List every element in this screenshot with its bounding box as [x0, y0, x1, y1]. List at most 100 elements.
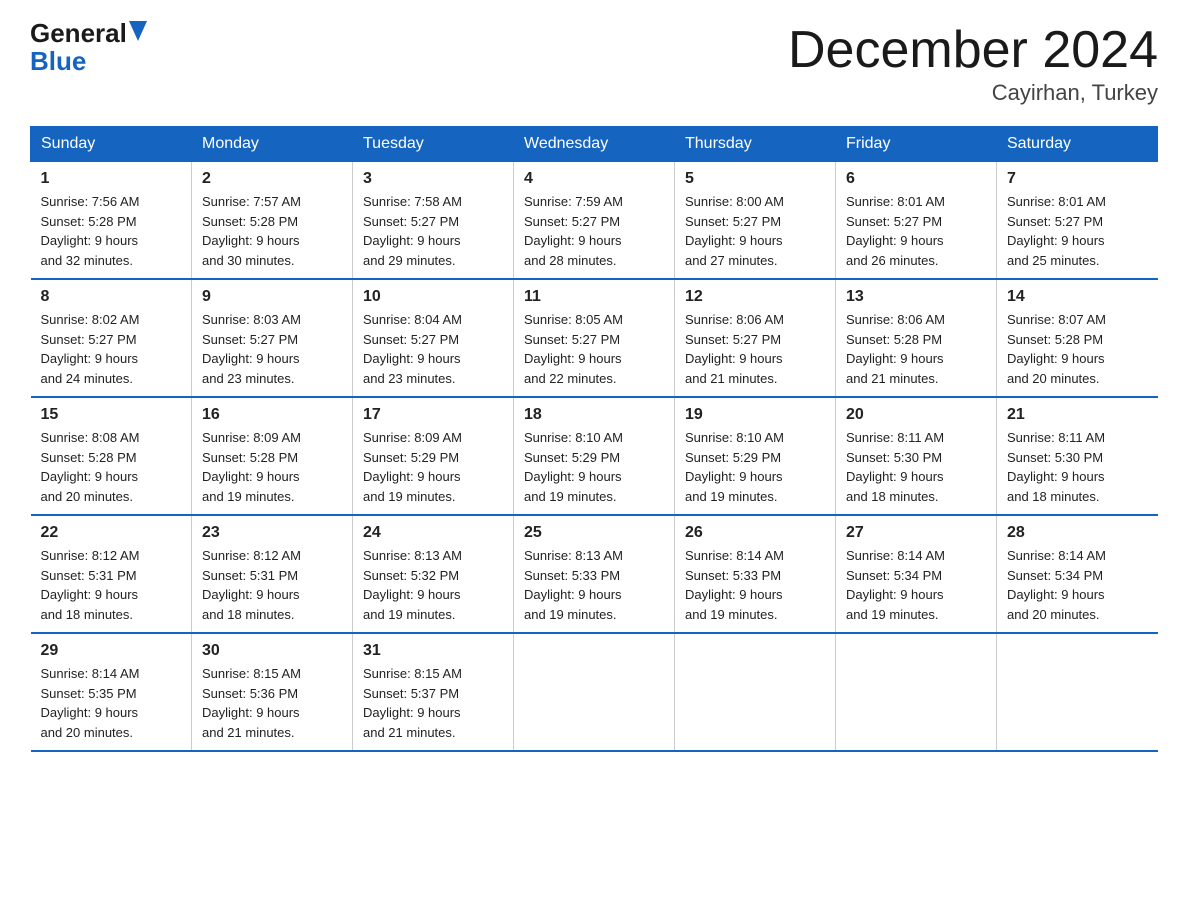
- day-number: 24: [363, 524, 503, 542]
- calendar-cell: 31 Sunrise: 8:15 AM Sunset: 5:37 PM Dayli…: [353, 633, 514, 751]
- day-info: Sunrise: 8:14 AM Sunset: 5:33 PM Dayligh…: [685, 546, 825, 624]
- week-row-5: 29 Sunrise: 8:14 AM Sunset: 5:35 PM Dayli…: [31, 633, 1158, 751]
- column-header-thursday: Thursday: [675, 127, 836, 162]
- logo: General Blue: [30, 20, 147, 77]
- day-number: 25: [524, 524, 664, 542]
- calendar-cell: 27 Sunrise: 8:14 AM Sunset: 5:34 PM Dayli…: [836, 515, 997, 633]
- calendar-cell: 8 Sunrise: 8:02 AM Sunset: 5:27 PM Daylig…: [31, 279, 192, 397]
- calendar-cell: [836, 633, 997, 751]
- day-info: Sunrise: 8:10 AM Sunset: 5:29 PM Dayligh…: [524, 428, 664, 506]
- day-number: 29: [41, 642, 182, 660]
- logo-text-general: General: [30, 20, 127, 46]
- location-label: Cayirhan, Turkey: [788, 80, 1158, 106]
- calendar-cell: 30 Sunrise: 8:15 AM Sunset: 5:36 PM Dayli…: [192, 633, 353, 751]
- calendar-cell: 6 Sunrise: 8:01 AM Sunset: 5:27 PM Daylig…: [836, 162, 997, 280]
- day-info: Sunrise: 8:04 AM Sunset: 5:27 PM Dayligh…: [363, 310, 503, 388]
- day-number: 2: [202, 170, 342, 188]
- month-title: December 2024: [788, 20, 1158, 80]
- title-section: December 2024 Cayirhan, Turkey: [788, 20, 1158, 106]
- day-info: Sunrise: 8:14 AM Sunset: 5:34 PM Dayligh…: [1007, 546, 1148, 624]
- column-header-saturday: Saturday: [997, 127, 1158, 162]
- day-info: Sunrise: 8:13 AM Sunset: 5:33 PM Dayligh…: [524, 546, 664, 624]
- calendar-cell: [675, 633, 836, 751]
- calendar-cell: 24 Sunrise: 8:13 AM Sunset: 5:32 PM Dayli…: [353, 515, 514, 633]
- calendar-cell: 19Sunrise: 8:10 AM Sunset: 5:29 PM Dayli…: [675, 397, 836, 515]
- day-number: 31: [363, 642, 503, 660]
- calendar-cell: 3 Sunrise: 7:58 AM Sunset: 5:27 PM Daylig…: [353, 162, 514, 280]
- day-info: Sunrise: 8:12 AM Sunset: 5:31 PM Dayligh…: [41, 546, 182, 624]
- day-info: Sunrise: 8:05 AM Sunset: 5:27 PM Dayligh…: [524, 310, 664, 388]
- calendar-cell: 28Sunrise: 8:14 AM Sunset: 5:34 PM Dayli…: [997, 515, 1158, 633]
- day-number: 3: [363, 170, 503, 188]
- calendar-cell: 10Sunrise: 8:04 AM Sunset: 5:27 PM Dayli…: [353, 279, 514, 397]
- day-number: 9: [202, 288, 342, 306]
- day-info: Sunrise: 8:13 AM Sunset: 5:32 PM Dayligh…: [363, 546, 503, 624]
- week-row-3: 15 Sunrise: 8:08 AM Sunset: 5:28 PM Dayli…: [31, 397, 1158, 515]
- day-number: 22: [41, 524, 182, 542]
- day-number: 5: [685, 170, 825, 188]
- day-info: Sunrise: 8:00 AM Sunset: 5:27 PM Dayligh…: [685, 192, 825, 270]
- day-info: Sunrise: 8:10 AM Sunset: 5:29 PM Dayligh…: [685, 428, 825, 506]
- day-info: Sunrise: 8:03 AM Sunset: 5:27 PM Dayligh…: [202, 310, 342, 388]
- day-info: Sunrise: 8:06 AM Sunset: 5:27 PM Dayligh…: [685, 310, 825, 388]
- day-info: Sunrise: 8:09 AM Sunset: 5:28 PM Dayligh…: [202, 428, 342, 506]
- day-number: 30: [202, 642, 342, 660]
- day-info: Sunrise: 8:14 AM Sunset: 5:34 PM Dayligh…: [846, 546, 986, 624]
- day-number: 21: [1007, 406, 1148, 424]
- calendar-table: SundayMondayTuesdayWednesdayThursdayFrid…: [30, 126, 1158, 752]
- calendar-cell: 4 Sunrise: 7:59 AM Sunset: 5:27 PM Daylig…: [514, 162, 675, 280]
- day-info: Sunrise: 7:58 AM Sunset: 5:27 PM Dayligh…: [363, 192, 503, 270]
- calendar-header-row: SundayMondayTuesdayWednesdayThursdayFrid…: [31, 127, 1158, 162]
- week-row-2: 8 Sunrise: 8:02 AM Sunset: 5:27 PM Daylig…: [31, 279, 1158, 397]
- day-number: 4: [524, 170, 664, 188]
- day-info: Sunrise: 8:08 AM Sunset: 5:28 PM Dayligh…: [41, 428, 182, 506]
- day-info: Sunrise: 8:15 AM Sunset: 5:37 PM Dayligh…: [363, 664, 503, 742]
- day-number: 6: [846, 170, 986, 188]
- day-number: 15: [41, 406, 182, 424]
- day-info: Sunrise: 8:01 AM Sunset: 5:27 PM Dayligh…: [1007, 192, 1148, 270]
- day-number: 13: [846, 288, 986, 306]
- week-row-1: 1 Sunrise: 7:56 AM Sunset: 5:28 PM Daylig…: [31, 162, 1158, 280]
- day-number: 18: [524, 406, 664, 424]
- logo-text-blue: Blue: [30, 46, 86, 77]
- calendar-cell: 16Sunrise: 8:09 AM Sunset: 5:28 PM Dayli…: [192, 397, 353, 515]
- day-info: Sunrise: 8:06 AM Sunset: 5:28 PM Dayligh…: [846, 310, 986, 388]
- calendar-cell: 9 Sunrise: 8:03 AM Sunset: 5:27 PM Daylig…: [192, 279, 353, 397]
- calendar-cell: 17Sunrise: 8:09 AM Sunset: 5:29 PM Dayli…: [353, 397, 514, 515]
- day-info: Sunrise: 8:14 AM Sunset: 5:35 PM Dayligh…: [41, 664, 182, 742]
- day-info: Sunrise: 8:11 AM Sunset: 5:30 PM Dayligh…: [846, 428, 986, 506]
- day-info: Sunrise: 8:12 AM Sunset: 5:31 PM Dayligh…: [202, 546, 342, 624]
- calendar-cell: 21 Sunrise: 8:11 AM Sunset: 5:30 PM Dayli…: [997, 397, 1158, 515]
- day-info: Sunrise: 8:02 AM Sunset: 5:27 PM Dayligh…: [41, 310, 182, 388]
- column-header-sunday: Sunday: [31, 127, 192, 162]
- day-number: 14: [1007, 288, 1148, 306]
- day-info: Sunrise: 7:57 AM Sunset: 5:28 PM Dayligh…: [202, 192, 342, 270]
- calendar-cell: 12Sunrise: 8:06 AM Sunset: 5:27 PM Dayli…: [675, 279, 836, 397]
- day-number: 8: [41, 288, 182, 306]
- page-header: General Blue December 2024 Cayirhan, Tur…: [30, 20, 1158, 106]
- day-info: Sunrise: 8:15 AM Sunset: 5:36 PM Dayligh…: [202, 664, 342, 742]
- calendar-cell: 14 Sunrise: 8:07 AM Sunset: 5:28 PM Dayli…: [997, 279, 1158, 397]
- calendar-cell: 18 Sunrise: 8:10 AM Sunset: 5:29 PM Dayli…: [514, 397, 675, 515]
- column-header-wednesday: Wednesday: [514, 127, 675, 162]
- day-info: Sunrise: 8:07 AM Sunset: 5:28 PM Dayligh…: [1007, 310, 1148, 388]
- day-number: 1: [41, 170, 182, 188]
- column-header-friday: Friday: [836, 127, 997, 162]
- logo-arrow-icon: [129, 21, 147, 41]
- calendar-cell: 20Sunrise: 8:11 AM Sunset: 5:30 PM Dayli…: [836, 397, 997, 515]
- day-info: Sunrise: 7:56 AM Sunset: 5:28 PM Dayligh…: [41, 192, 182, 270]
- calendar-cell: 15 Sunrise: 8:08 AM Sunset: 5:28 PM Dayli…: [31, 397, 192, 515]
- calendar-cell: 7Sunrise: 8:01 AM Sunset: 5:27 PM Daylig…: [997, 162, 1158, 280]
- day-number: 27: [846, 524, 986, 542]
- column-header-tuesday: Tuesday: [353, 127, 514, 162]
- day-info: Sunrise: 8:09 AM Sunset: 5:29 PM Dayligh…: [363, 428, 503, 506]
- calendar-cell: 25 Sunrise: 8:13 AM Sunset: 5:33 PM Dayli…: [514, 515, 675, 633]
- calendar-cell: 5 Sunrise: 8:00 AM Sunset: 5:27 PM Daylig…: [675, 162, 836, 280]
- column-header-monday: Monday: [192, 127, 353, 162]
- calendar-cell: 26Sunrise: 8:14 AM Sunset: 5:33 PM Dayli…: [675, 515, 836, 633]
- calendar-cell: 1 Sunrise: 7:56 AM Sunset: 5:28 PM Daylig…: [31, 162, 192, 280]
- calendar-cell: [514, 633, 675, 751]
- day-info: Sunrise: 8:01 AM Sunset: 5:27 PM Dayligh…: [846, 192, 986, 270]
- day-info: Sunrise: 8:11 AM Sunset: 5:30 PM Dayligh…: [1007, 428, 1148, 506]
- day-info: Sunrise: 7:59 AM Sunset: 5:27 PM Dayligh…: [524, 192, 664, 270]
